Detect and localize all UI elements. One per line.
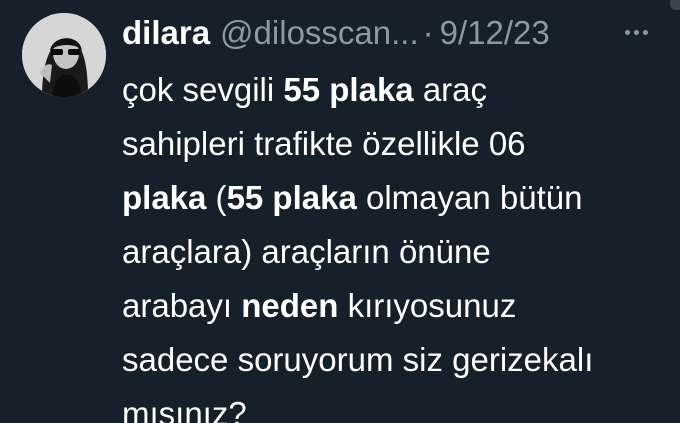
- handle[interactable]: @dilosscan...: [220, 11, 419, 55]
- display-name[interactable]: dilara: [122, 11, 210, 55]
- text-segment: sahipleri trafikte özellikle 06: [122, 125, 526, 162]
- tweet-text: çok sevgili 55 plaka araç sahipleri traf…: [122, 63, 670, 423]
- tweet-line: plaka (55 plaka olmayan bütün: [122, 171, 670, 225]
- more-options-button[interactable]: [618, 14, 654, 50]
- text-segment: arabayı: [122, 287, 242, 324]
- tweet-line: arabayı neden kırıyosunuz: [122, 279, 670, 333]
- more-horizontal-icon: [624, 29, 630, 35]
- text-segment: araç: [413, 71, 488, 108]
- more-horizontal-icon-dot: [642, 29, 648, 35]
- timestamp[interactable]: 9/12/23: [440, 11, 550, 55]
- tweet-line: araçlara) araçların önüne: [122, 225, 670, 279]
- text-segment: (: [206, 179, 227, 216]
- tweet-line: sahipleri trafikte özellikle 06: [122, 117, 670, 171]
- text-segment: olmayan bütün: [356, 179, 583, 216]
- tweet-header: dilara @dilosscan... · 9/12/23: [122, 11, 550, 55]
- text-segment: çok sevgili: [122, 71, 284, 108]
- tweet-line: mısınız?: [122, 387, 670, 423]
- text-segment: sadece soruyorum siz gerizekalı: [122, 341, 594, 378]
- tweet-line: sadece soruyorum siz gerizekalı: [122, 333, 670, 387]
- bold-text: 55 plaka: [283, 71, 414, 108]
- avatar-image: [22, 13, 106, 97]
- avatar[interactable]: [22, 13, 106, 97]
- bold-text: neden: [241, 287, 339, 324]
- text-segment: kırıyosunuz: [338, 287, 517, 324]
- tweet-line: çok sevgili 55 plaka araç: [122, 63, 670, 117]
- more-horizontal-icon-dot: [633, 29, 639, 35]
- bold-text: 55 plaka: [226, 179, 357, 216]
- scrollbar[interactable]: [670, 0, 680, 10]
- separator-dot: ·: [422, 14, 434, 51]
- text-segment: araçlara) araçların önüne: [122, 233, 491, 270]
- text-segment: mısınız?: [122, 395, 247, 423]
- bold-text: plaka: [122, 179, 207, 216]
- tweet[interactable]: dilara @dilosscan... · 9/12/23 çok sevgi…: [0, 0, 680, 423]
